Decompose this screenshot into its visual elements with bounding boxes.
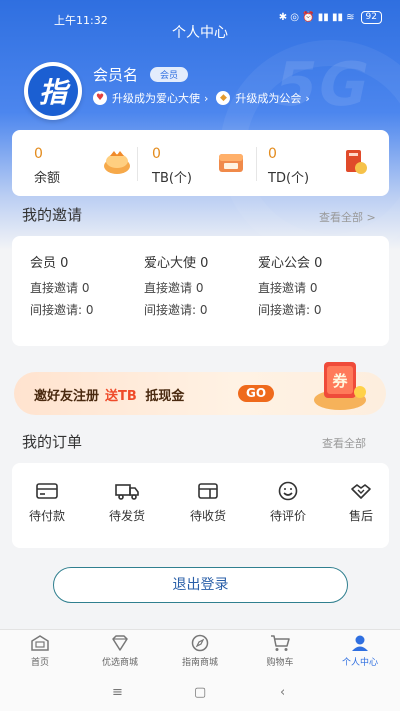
home-nav-icon[interactable]: ▢ (194, 685, 206, 700)
tab-label: 购物车 (266, 658, 294, 668)
tab-label: 首页 (30, 658, 49, 668)
box-icon (198, 483, 218, 499)
truck-icon (115, 484, 139, 500)
invites-title: 我的邀请 (22, 206, 83, 224)
invite-main: 会员 0 (30, 256, 69, 271)
handshake-icon (351, 484, 371, 499)
tb-label: TB(个) (152, 171, 193, 186)
compass-icon (191, 634, 209, 652)
order-pending-receipt[interactable]: 待收货 (173, 481, 243, 524)
home-icon (31, 635, 49, 651)
page-title: 个人中心 (172, 25, 228, 41)
wallet-card: 0 余额 0 TB(个) 0 TD(个) (12, 130, 389, 196)
tab-selected-mall[interactable]: 优选商城 (80, 634, 160, 668)
td-label: TD(个) (268, 171, 310, 186)
upgrade-guild-link[interactable]: 升级成为公会 (235, 90, 301, 106)
orders-title: 我的订单 (22, 433, 83, 451)
order-label: 待收货 (189, 509, 226, 523)
chevron-right-icon: › (204, 91, 209, 105)
wallet-item-balance[interactable]: 0 余额 (12, 130, 137, 196)
invite-direct: 直接邀请 0 (144, 281, 204, 295)
tab-home[interactable]: 首页 (0, 634, 80, 668)
invites-card: 会员 0 直接邀请 0 间接邀请: 0 爱心大使 0 直接邀请 0 间接邀请: … (12, 236, 389, 346)
tab-profile[interactable]: 个人中心 (320, 634, 400, 668)
order-label: 待评价 (269, 509, 306, 523)
coupon-icon: 券 (314, 362, 366, 410)
banner-text-tail: 抵现金 (145, 389, 185, 404)
invites-view-all-link[interactable]: 查看全部 > (319, 209, 376, 225)
smile-icon (278, 481, 298, 501)
order-label: 售后 (348, 509, 373, 523)
td-value: 0 (268, 146, 277, 162)
tab-guide-mall[interactable]: 指南商城 (160, 634, 240, 668)
heart-icon: ♥ (93, 91, 107, 105)
wallet-item-tb[interactable]: 0 TB(个) (130, 130, 255, 196)
banner-go-button[interactable]: GO (238, 385, 275, 402)
member-badge: 会员 (150, 67, 189, 82)
order-label: 待发货 (108, 509, 145, 523)
avatar[interactable]: 指 (24, 62, 82, 120)
cart-icon (271, 635, 290, 651)
menu-icon[interactable]: ≡ (112, 685, 123, 700)
tb-value: 0 (152, 146, 161, 162)
user-icon (352, 635, 368, 651)
upgrade-row: ♥ 升级成为爱心大使 › ◆ 升级成为公会 › (93, 90, 318, 106)
order-pending-review[interactable]: 待评价 (253, 481, 323, 524)
logo-icon: 指 (28, 66, 78, 116)
upgrade-ambassador-link[interactable]: 升级成为爱心大使 (112, 90, 200, 106)
balance-value: 0 (34, 146, 43, 162)
invite-indirect: 间接邀请: 0 (258, 303, 322, 317)
order-pending-shipment[interactable]: 待发货 (92, 481, 162, 524)
tab-bar: 首页 优选商城 指南商城 购物车 个人中心 (0, 629, 400, 673)
logout-button[interactable]: 退出登录 (53, 567, 348, 603)
balance-icon (104, 151, 130, 174)
tb-icon (219, 154, 243, 172)
tab-cart[interactable]: 购物车 (240, 634, 320, 668)
card-icon (36, 483, 58, 499)
balance-label: 余额 (34, 171, 61, 186)
system-nav-bar: ≡ ▢ ‹ (0, 673, 400, 711)
tab-label: 指南商城 (181, 658, 218, 668)
order-label: 待付款 (28, 509, 65, 523)
invite-direct: 直接邀请 0 (30, 281, 90, 295)
banner-highlight: 送TB (105, 389, 137, 404)
diamond-icon (112, 635, 128, 651)
banner-text: 邀好友注册 送TB 抵现金 (34, 385, 184, 404)
decorative-5g-text: 5G (267, 50, 378, 120)
guild-icon: ◆ (216, 91, 231, 105)
invite-direct: 直接邀请 0 (258, 281, 318, 295)
invite-main: 爱心大使 0 (144, 256, 209, 271)
tab-label: 优选商城 (101, 658, 138, 668)
wallet-item-td[interactable]: 0 TD(个) (246, 130, 386, 196)
invite-indirect: 间接邀请: 0 (30, 303, 94, 317)
td-icon (346, 150, 367, 174)
invite-main: 爱心公会 0 (258, 256, 323, 271)
member-name: 会员名 (93, 66, 139, 84)
banner-text-main: 邀好友注册 (34, 389, 100, 404)
order-after-sales[interactable]: 售后 (326, 481, 396, 524)
coupon-char: 券 (332, 372, 348, 390)
order-pending-payment[interactable]: 待付款 (12, 481, 82, 524)
orders-view-all-link[interactable]: 查看全部 (322, 435, 366, 451)
tab-label: 个人中心 (341, 658, 378, 668)
invite-indirect: 间接邀请: 0 (144, 303, 208, 317)
orders-card: 待付款 待发货 待收货 待评价 售后 (12, 463, 389, 548)
chevron-right-icon: › (305, 91, 310, 105)
back-icon[interactable]: ‹ (280, 685, 285, 700)
